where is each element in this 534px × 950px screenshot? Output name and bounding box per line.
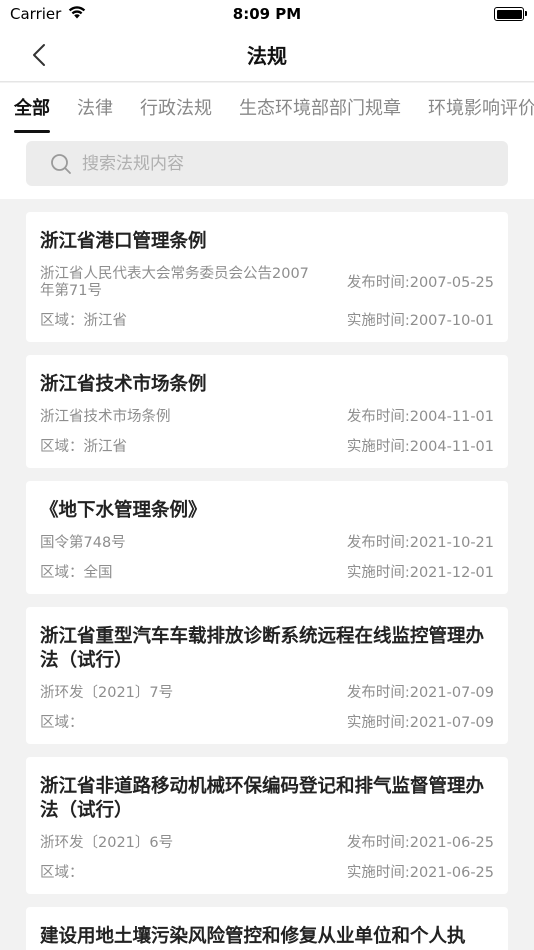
regulation-region: 区域： xyxy=(40,715,84,731)
regulation-title: 建设用地土壤污染风险管控和修复从业单位和个人执 xyxy=(40,926,466,947)
regulation-card[interactable]: 浙江省技术市场条例 浙江省技术市场条例 发布时间:2004-11-01 区域：浙… xyxy=(26,355,508,468)
regulation-title: 浙江省技术市场条例 xyxy=(40,374,207,395)
regulation-card[interactable]: 浙江省非道路移动机械环保编码登记和排气监督管理办法（试行） 浙环发〔2021〕6… xyxy=(26,757,508,894)
search-section xyxy=(0,135,534,199)
nav-bar: 法规 xyxy=(0,28,534,82)
carrier-label: Carrier xyxy=(10,5,62,23)
page-title: 法规 xyxy=(247,44,287,68)
regulation-source: 浙环发〔2021〕7号 xyxy=(40,685,174,701)
tab-ministry-rules[interactable]: 生态环境部部门规章 xyxy=(239,83,401,135)
effective-date: 实施时间:2004-11-01 xyxy=(346,439,494,455)
regulation-region: 区域：全国 xyxy=(40,565,113,581)
regulation-title: 浙江省非道路移动机械环保编码登记和排气监督管理办法（试行） xyxy=(40,776,485,821)
tab-administrative-regulations[interactable]: 行政法规 xyxy=(140,83,212,135)
publish-date: 发布时间:2007-05-25 xyxy=(346,274,494,291)
back-button[interactable] xyxy=(24,40,54,70)
status-bar: Carrier 8:09 PM xyxy=(0,0,534,28)
wifi-icon xyxy=(67,5,87,23)
regulation-source: 浙江省技术市场条例 xyxy=(40,409,171,425)
category-tabs: 全部 法律 行政法规 生态环境部部门规章 环境影响评价 xyxy=(0,83,534,135)
battery-icon xyxy=(494,7,527,21)
regulation-title: 浙江省重型汽车车载排放诊断系统远程在线监控管理办法（试行） xyxy=(40,626,485,671)
effective-date: 实施时间:2021-06-25 xyxy=(346,865,494,881)
effective-date: 实施时间:2021-07-09 xyxy=(346,715,494,731)
effective-date: 实施时间:2021-12-01 xyxy=(346,565,494,581)
regulation-meta-row: 区域：全国 实施时间:2021-12-01 xyxy=(40,565,494,582)
regulation-meta-row: 浙环发〔2021〕6号 发布时间:2021-06-25 xyxy=(40,835,494,852)
regulation-region: 区域：浙江省 xyxy=(40,313,127,329)
publish-date: 发布时间:2004-11-01 xyxy=(346,409,494,425)
publish-date: 发布时间:2021-06-25 xyxy=(346,835,494,851)
search-box[interactable] xyxy=(26,141,508,186)
regulation-card[interactable]: 浙江省港口管理条例 浙江省人民代表大会常务委员会公告2007年第71号 发布时间… xyxy=(26,212,508,342)
publish-date: 发布时间:2021-10-21 xyxy=(346,535,494,551)
tab-environmental-impact[interactable]: 环境影响评价 xyxy=(428,83,534,135)
regulation-meta-row: 区域：浙江省 实施时间:2007-10-01 xyxy=(40,313,494,330)
regulation-meta-row: 浙环发〔2021〕7号 发布时间:2021-07-09 xyxy=(40,685,494,702)
search-icon xyxy=(51,153,71,174)
effective-date: 实施时间:2007-10-01 xyxy=(346,313,494,329)
regulation-region: 区域： xyxy=(40,865,84,881)
regulation-region: 区域：浙江省 xyxy=(40,439,127,455)
regulation-title: 《地下水管理条例》 xyxy=(40,500,207,521)
publish-date: 发布时间:2021-07-09 xyxy=(346,685,494,701)
tab-all[interactable]: 全部 xyxy=(14,83,50,135)
chevron-left-icon xyxy=(33,44,45,66)
regulation-title: 浙江省港口管理条例 xyxy=(40,231,207,252)
regulation-source: 国令第748号 xyxy=(40,535,126,551)
regulation-meta-row: 区域： 实施时间:2021-07-09 xyxy=(40,715,494,732)
regulation-meta-row: 区域：浙江省 实施时间:2004-11-01 xyxy=(40,439,494,456)
regulation-meta-row: 浙江省人民代表大会常务委员会公告2007年第71号 发布时间:2007-05-2… xyxy=(40,266,494,300)
regulation-card[interactable]: 《地下水管理条例》 国令第748号 发布时间:2021-10-21 区域：全国 … xyxy=(26,481,508,594)
regulation-list: 浙江省港口管理条例 浙江省人民代表大会常务委员会公告2007年第71号 发布时间… xyxy=(26,212,508,950)
regulation-meta-row: 国令第748号 发布时间:2021-10-21 xyxy=(40,535,494,552)
regulation-meta-row: 区域： 实施时间:2021-06-25 xyxy=(40,865,494,882)
status-left: Carrier xyxy=(10,5,87,23)
search-input[interactable] xyxy=(82,153,482,174)
regulation-card[interactable]: 浙江省重型汽车车载排放诊断系统远程在线监控管理办法（试行） 浙环发〔2021〕7… xyxy=(26,607,508,744)
regulation-meta-row: 浙江省技术市场条例 发布时间:2004-11-01 xyxy=(40,409,494,426)
regulation-source: 浙环发〔2021〕6号 xyxy=(40,835,174,851)
regulation-card[interactable]: 建设用地土壤污染风险管控和修复从业单位和个人执 xyxy=(26,907,508,950)
regulation-source: 浙江省人民代表大会常务委员会公告2007年第71号 xyxy=(40,266,309,299)
tab-law[interactable]: 法律 xyxy=(77,83,113,135)
